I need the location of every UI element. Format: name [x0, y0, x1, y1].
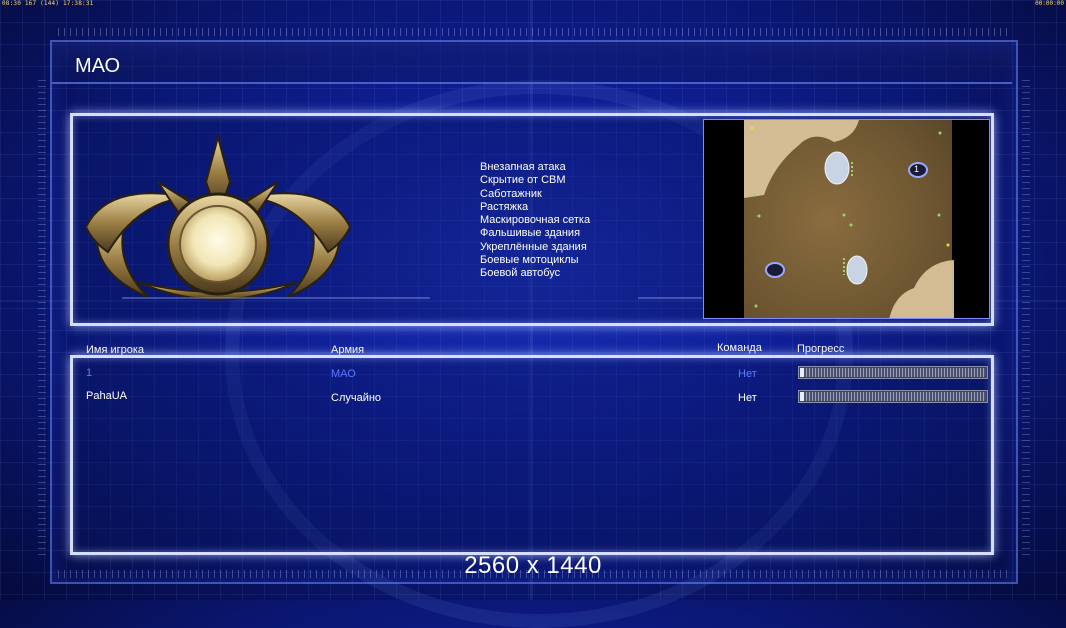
- progress-fill: [800, 392, 804, 401]
- perk-item: Саботажник: [480, 187, 542, 200]
- table-row-1-progress-bar: [798, 366, 988, 379]
- progress-track: [800, 392, 986, 401]
- decorative-line-left: [122, 297, 430, 299]
- perk-item: Боевой автобус: [480, 267, 561, 280]
- perk-item: Боевые мотоциклы: [480, 254, 579, 267]
- column-header-progress: Прогресс: [797, 343, 845, 355]
- column-header-team: Команда: [717, 342, 762, 354]
- resolution-label: 2560 x 1440: [464, 552, 602, 579]
- ruler-right: [1022, 80, 1030, 560]
- progress-track: [800, 368, 986, 377]
- ruler-left: [38, 80, 46, 560]
- perk-item: Маскировочная сетка: [480, 214, 591, 227]
- ruler-top: [58, 28, 1008, 36]
- progress-fill: [800, 368, 804, 377]
- minimap-overlay: [744, 120, 954, 318]
- table-row-2-army-select[interactable]: Случайно: [331, 392, 381, 404]
- table-row-1-army-select[interactable]: МАО: [331, 368, 356, 380]
- perk-item: Укреплённые здания: [480, 240, 587, 253]
- page-title: МАО: [75, 55, 121, 77]
- start-position-marker[interactable]: 1: [914, 164, 919, 174]
- table-row-2-team-select[interactable]: Нет: [738, 392, 757, 404]
- perk-item: Фальшивые здания: [480, 227, 581, 240]
- perk-item: Внезапная атака: [480, 161, 566, 173]
- faction-perks-list: Внезапная атака Скрытие от СВМ Саботажни…: [480, 161, 590, 281]
- table-row-1-player: 1: [86, 367, 93, 379]
- perk-item: Растяжка: [480, 200, 529, 213]
- table-row-2-player: PahaUA: [86, 390, 127, 402]
- title-bar: [52, 42, 1012, 84]
- table-row-2-progress-bar: [798, 390, 988, 403]
- players-table-panel: [70, 355, 994, 555]
- faction-emblem-icon: [84, 133, 352, 301]
- perk-item: Скрытие от СВМ: [480, 174, 566, 187]
- status-readout-left: 08:30 167 (144) 17:38:31: [2, 0, 94, 7]
- table-row-1-team-select[interactable]: Нет: [738, 368, 757, 380]
- status-readout-right: 00:00:00: [1035, 0, 1064, 7]
- decorative-line-right: [638, 297, 702, 299]
- minimap[interactable]: 1: [703, 119, 990, 319]
